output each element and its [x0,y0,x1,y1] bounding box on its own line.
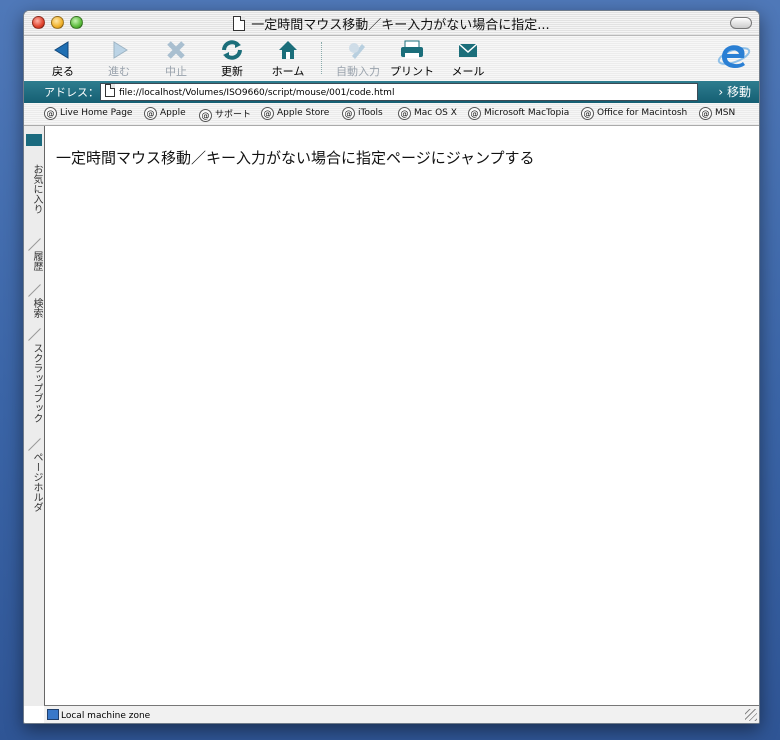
home-label: ホーム [271,65,305,78]
at-sign-icon: @ [699,107,712,120]
zone-icon [47,709,59,720]
page-document-icon [105,84,115,97]
tab-divider [28,438,41,451]
zone-label: Local machine zone [61,711,151,721]
at-sign-icon: @ [468,107,481,120]
back-label: 戻る [52,65,74,78]
internet-explorer-logo-icon [717,45,751,69]
home-icon [279,41,297,59]
favorite-link[interactable]: @ サポート [199,107,251,122]
favorite-link[interactable]: @ Microsoft MacTopia [468,107,569,120]
mail-button[interactable]: メール [443,38,493,79]
autofill-pen-icon [349,43,365,59]
forward-label: 進む [108,65,130,78]
at-sign-icon: @ [581,107,594,120]
browser-window: 一定時間マウス移動／キー入力がない場合に指定... 戻る 進む 中止 更新 ホー… [23,10,760,724]
forward-arrow-icon [113,41,128,59]
title-bar[interactable]: 一定時間マウス移動／キー入力がない場合に指定... [24,11,759,36]
tab-scrapbook[interactable]: スクラップブック [24,343,44,423]
explorer-bar-toggle-icon[interactable] [26,134,42,146]
at-sign-icon: @ [44,107,57,120]
favorite-link[interactable]: @ Apple Store [261,107,329,120]
at-sign-icon: @ [342,107,355,120]
at-sign-icon: @ [261,107,274,120]
print-button[interactable]: プリント [386,38,438,79]
stop-label: 中止 [165,65,187,78]
collapse-toolbar-button[interactable] [730,17,752,29]
address-bar: アドレス： file://localhost/Volumes/ISO9660/s… [24,81,759,103]
address-input[interactable]: file://localhost/Volumes/ISO9660/script/… [100,83,698,101]
address-label: アドレス： [44,86,99,99]
toolbar: 戻る 進む 中止 更新 ホーム 自動入力 プリント メール [24,36,759,81]
stop-x-icon [167,41,185,59]
autofill-label: 自動入力 [336,65,380,78]
favorite-link[interactable]: @ MSN [699,107,735,120]
home-button[interactable]: ホーム [263,38,313,79]
favorite-link[interactable]: @ Live Home Page [44,107,132,120]
forward-button[interactable]: 進む [94,38,144,79]
document-icon [233,16,246,31]
tab-history[interactable]: 履歴 [24,251,44,271]
printer-icon [401,40,423,58]
go-button[interactable]: › 移動 [718,83,751,100]
back-arrow-icon [54,41,69,59]
favorite-link[interactable]: @ iTools [342,107,383,120]
tab-divider [28,284,41,297]
at-sign-icon: @ [199,109,212,122]
at-sign-icon: @ [398,107,411,120]
favorite-link[interactable]: @ Office for Macintosh [581,107,687,120]
at-sign-icon: @ [144,107,157,120]
favorite-link[interactable]: @ Mac OS X [398,107,457,120]
mail-label: メール [451,65,485,78]
back-button[interactable]: 戻る [38,38,88,79]
page-heading: 一定時間マウス移動／キー入力がない場合に指定ページにジャンプする [56,149,535,167]
refresh-icon [222,40,242,60]
resize-grip-icon[interactable] [745,709,757,721]
favorites-bar: @ Live Home Page @ Apple @ サポート @ Apple Stor… [24,103,759,126]
window-title: 一定時間マウス移動／キー入力がない場合に指定... [251,18,550,33]
autofill-button[interactable]: 自動入力 [329,38,387,79]
refresh-button[interactable]: 更新 [207,38,257,79]
refresh-label: 更新 [221,65,243,78]
favorite-link[interactable]: @ Apple [144,107,186,120]
go-chevron-icon: › [718,85,724,99]
tab-page-holder[interactable]: ページホルダ [24,452,44,512]
stop-button[interactable]: 中止 [151,38,201,79]
tab-divider [28,328,41,341]
address-url: file://localhost/Volumes/ISO9660/script/… [119,88,395,98]
toolbar-separator [321,42,322,74]
go-label: 移動 [726,85,751,99]
print-label: プリント [390,65,434,78]
tab-favorites[interactable]: お気に入り [24,164,44,214]
tab-search[interactable]: 検索 [24,298,44,318]
explorer-bar: お気に入り 履歴 検索 スクラップブック ページホルダ [24,126,45,706]
page-content: 一定時間マウス移動／キー入力がない場合に指定ページにジャンプする [45,126,759,706]
status-bar: Local machine zone [44,705,759,723]
mail-envelope-icon [458,43,478,57]
tab-divider [28,238,41,251]
